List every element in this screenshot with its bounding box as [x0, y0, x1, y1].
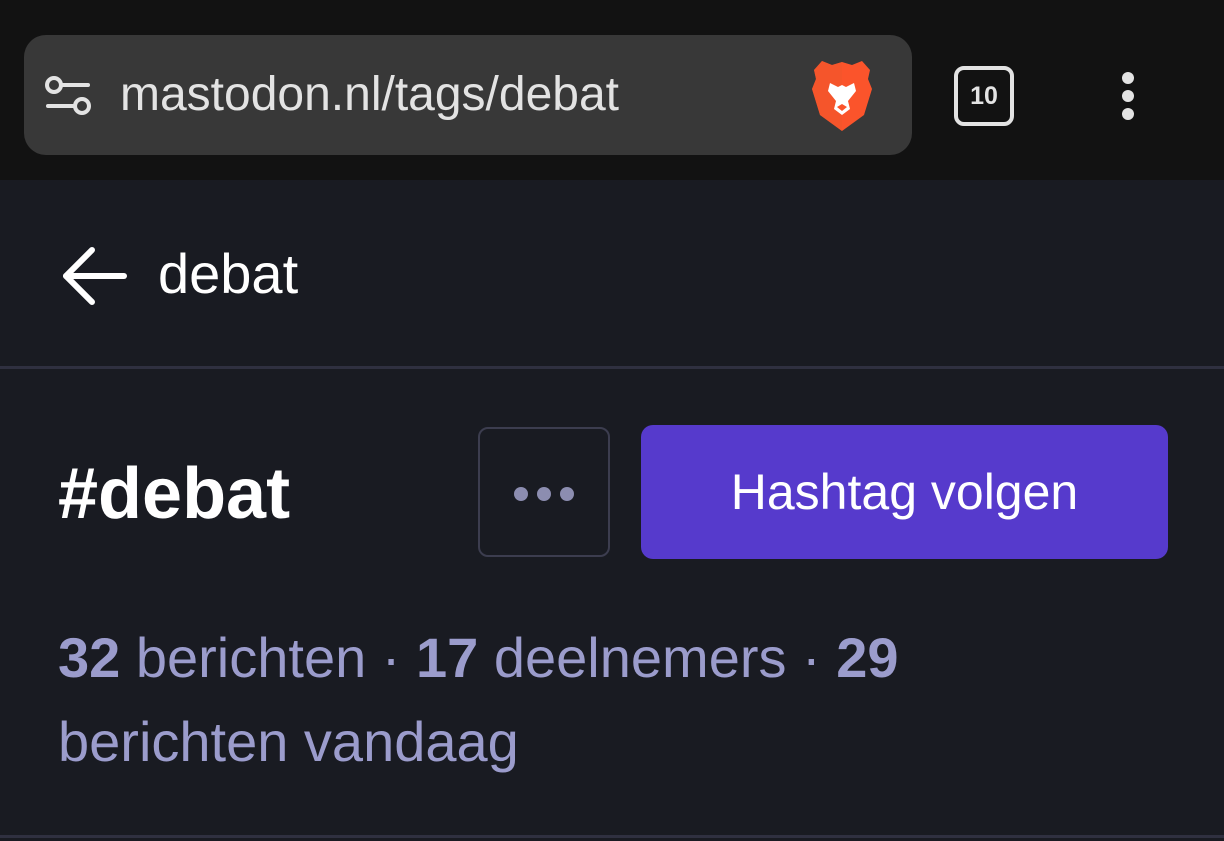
- header-divider: [0, 366, 1224, 369]
- follow-hashtag-button[interactable]: Hashtag volgen: [641, 425, 1168, 559]
- browser-toolbar: mastodon.nl/tags/debat 10: [0, 0, 1224, 180]
- section-divider: [0, 835, 1224, 838]
- participants-count: 17: [416, 626, 479, 689]
- stats-separator: ·: [381, 626, 401, 689]
- more-horizontal-icon: [514, 487, 528, 501]
- posts-label: berichten: [135, 626, 367, 689]
- site-settings-icon[interactable]: [44, 75, 92, 117]
- back-arrow-icon[interactable]: [58, 240, 130, 312]
- more-options-button[interactable]: [478, 427, 610, 557]
- column-header: debat: [0, 180, 1224, 366]
- hashtag-title: #debat: [58, 454, 291, 534]
- posts-count: 32: [58, 626, 121, 689]
- tab-switcher-button[interactable]: 10: [954, 66, 1014, 126]
- more-vertical-icon[interactable]: [1098, 66, 1158, 126]
- hashtag-stats: 32 berichten · 17 deelnemers · 29 berich…: [58, 616, 1058, 784]
- url-text[interactable]: mastodon.nl/tags/debat: [120, 65, 619, 125]
- address-bar[interactable]: mastodon.nl/tags/debat: [24, 35, 912, 155]
- brave-lion-icon[interactable]: [808, 57, 876, 135]
- column-title: debat: [158, 242, 299, 305]
- today-label: berichten vandaag: [58, 710, 519, 773]
- stats-separator: ·: [802, 626, 821, 689]
- today-count: 29: [836, 626, 899, 689]
- participants-label: deelnemers: [493, 626, 787, 689]
